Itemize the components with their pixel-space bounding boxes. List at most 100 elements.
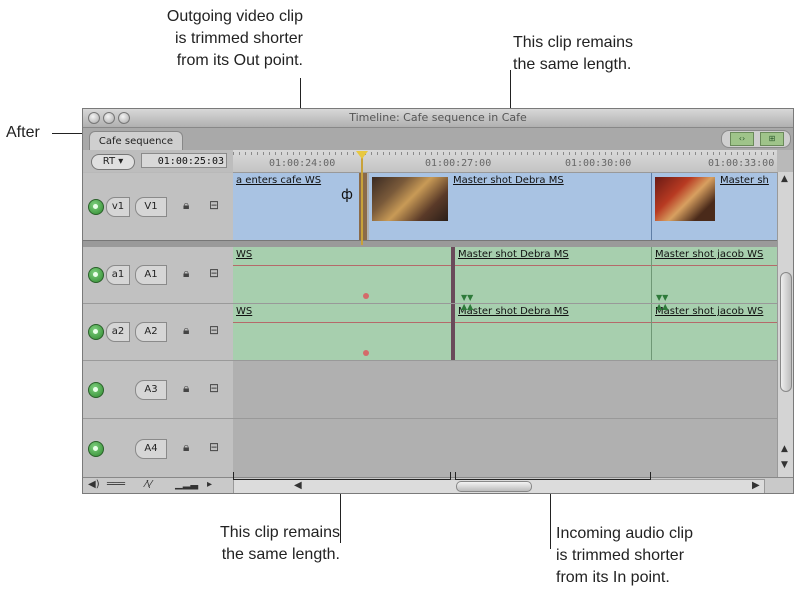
clip-overlays-icon[interactable]: ⁄\⁄ [145, 479, 152, 490]
rt-row: RT ▾ 01:00:25:03 [83, 150, 233, 172]
clip-name: Master shot jacob WS [655, 306, 764, 317]
track-a4[interactable] [233, 419, 777, 478]
clip-name: Master shot Debra MS [458, 249, 569, 260]
clip-name: WS [236, 249, 253, 260]
clip-thumbnail [372, 177, 448, 221]
audio-clip[interactable]: Master shot jacob WS ▼▼ [652, 247, 777, 303]
audio-clip[interactable]: WS [233, 247, 452, 303]
annotation-after: After [6, 124, 40, 141]
lock-icon[interactable]: 🔒︎ [183, 323, 189, 338]
audio-clip[interactable]: WS [233, 304, 452, 360]
track-a1[interactable]: WS Master shot Debra MS ▼▼ Master shot j… [233, 247, 777, 304]
clip-thumbnail [655, 177, 715, 221]
track-a2[interactable]: WS Master shot Debra MS ▲▲ Master shot j… [233, 304, 777, 361]
playhead-icon[interactable] [356, 151, 368, 159]
tab-row: Cafe sequence ‹› ⊞ [83, 128, 793, 151]
horizontal-scroll-thumb[interactable] [456, 481, 532, 492]
volume-line [455, 322, 651, 323]
playhead-line[interactable] [361, 152, 363, 245]
speaker-icon[interactable] [88, 324, 104, 340]
trim-cursor-icon: ф [341, 187, 353, 203]
track-v1[interactable]: a enters cafe WS ф Master shot Debra MS … [233, 173, 777, 241]
annotation-outgoing-video: Outgoing video clip is trimmed shorter f… [166, 8, 303, 69]
audio-controls-icon[interactable]: ◀︎) [88, 479, 100, 490]
clip-name: WS [236, 306, 253, 317]
track-height-icon[interactable]: ═══ [107, 479, 125, 490]
annotation-clip-remains-top: This clip remains the same length. [513, 34, 634, 73]
timeline-buttons: ‹› ⊞ [721, 130, 791, 148]
transition-icon: ▼▼ [461, 293, 474, 302]
timecode-field[interactable]: 01:00:25:03 [141, 153, 227, 168]
window-title: Timeline: Cafe sequence in Cafe [349, 111, 527, 124]
source-control-a1[interactable]: a1 [106, 265, 130, 285]
clip-name: Master sh [720, 175, 769, 186]
ruler-timecode: 01:00:27:00 [425, 158, 492, 169]
link-icon[interactable]: ⊟ [209, 266, 219, 280]
destination-control-a1[interactable]: A1 [135, 265, 167, 285]
lock-icon[interactable]: 🔒︎ [183, 266, 189, 281]
clip-name: Master shot Debra MS [453, 175, 564, 186]
track-header-v1: v1 V1 🔒︎ ⊟ [83, 173, 233, 241]
annotation-clip-remains-bottom: This clip remains the same length. [219, 524, 340, 563]
bracket-incoming-bottom [455, 472, 651, 480]
zoom-control-icon[interactable]: ▸ [207, 479, 212, 490]
clip-name: Master shot Debra MS [458, 306, 569, 317]
track-size-icon[interactable]: ▁▂▃ [175, 479, 198, 490]
time-ruler[interactable]: 01:00:24:00 01:00:27:00 01:00:30:00 01:0… [233, 150, 777, 173]
link-icon[interactable]: ⊟ [209, 381, 219, 395]
speaker-icon[interactable] [88, 267, 104, 283]
link-icon[interactable]: ⊟ [209, 198, 219, 212]
volume-line [652, 265, 777, 266]
horizontal-scrollbar[interactable]: ◀ ▶ [233, 479, 765, 493]
track-a3[interactable] [233, 361, 777, 419]
lock-icon[interactable]: 🔒︎ [183, 198, 189, 213]
vertical-scroll-thumb[interactable] [780, 272, 792, 392]
source-control-v1[interactable]: v1 [106, 197, 130, 217]
audio-clip[interactable]: Master shot jacob WS ▲▲ [652, 304, 777, 360]
destination-control-a2[interactable]: A2 [135, 322, 167, 342]
rt-menu-button[interactable]: RT ▾ [91, 154, 135, 170]
track-header-a1: a1 A1 🔒︎ ⊟ [83, 247, 233, 304]
ruler-timecode: 01:00:30:00 [565, 158, 632, 169]
lock-icon[interactable]: 🔒︎ [183, 381, 189, 396]
clip-name: Master shot jacob WS [655, 249, 764, 260]
speaker-icon[interactable] [88, 382, 104, 398]
speaker-icon[interactable] [88, 199, 104, 215]
clip-name: a enters cafe WS [236, 175, 322, 186]
link-icon[interactable]: ⊟ [209, 323, 219, 337]
video-clip[interactable]: Master sh [652, 173, 777, 240]
transition-icon: ▼▼ [656, 293, 669, 302]
video-clip[interactable]: Master shot Debra MS [369, 173, 652, 240]
transition-icon: ▲▲ [461, 304, 474, 311]
scroll-up-icon[interactable]: ▲ [781, 174, 788, 184]
vertical-scrollbar[interactable]: ▲ ▲ ▼ [777, 172, 793, 477]
bracket-remains-bottom [233, 472, 451, 480]
video-clip[interactable]: a enters cafe WS ф [233, 173, 360, 240]
scroll-down-icon[interactable]: ▼ [781, 460, 788, 470]
destination-control-a3[interactable]: A3 [135, 380, 167, 400]
audio-clip[interactable]: Master shot Debra MS ▲▲ [455, 304, 652, 360]
scroll-left-icon[interactable]: ◀ [294, 480, 302, 491]
audio-clip[interactable]: Master shot Debra MS ▼▼ [455, 247, 652, 303]
title-bar[interactable]: Timeline: Cafe sequence in Cafe [83, 109, 793, 128]
source-control-a2[interactable]: a2 [106, 322, 130, 342]
scroll-right-icon[interactable]: ▶ [752, 480, 760, 491]
volume-line [455, 265, 651, 266]
track-header-a4: A4 🔒︎ ⊟ [83, 419, 233, 478]
volume-line [233, 265, 451, 266]
keyframe-icon [363, 350, 369, 356]
link-icon[interactable]: ⊟ [209, 440, 219, 454]
ruler-timecode: 01:00:33:00 [708, 158, 775, 169]
transition-icon: ▲▲ [656, 304, 669, 311]
linking-button[interactable]: ⊞ [760, 132, 784, 146]
lock-icon[interactable]: 🔒︎ [183, 440, 189, 455]
volume-line [652, 322, 777, 323]
speaker-icon[interactable] [88, 441, 104, 457]
tab-cafe-sequence[interactable]: Cafe sequence [89, 131, 183, 151]
destination-control-v1[interactable]: V1 [135, 197, 167, 217]
annotation-after-line [52, 133, 82, 134]
destination-control-a4[interactable]: A4 [135, 439, 167, 459]
snapping-button[interactable]: ‹› [730, 132, 754, 146]
annotation-incoming-audio: Incoming audio clip is trimmed shorter f… [556, 525, 693, 586]
scroll-up-icon[interactable]: ▲ [781, 444, 788, 454]
